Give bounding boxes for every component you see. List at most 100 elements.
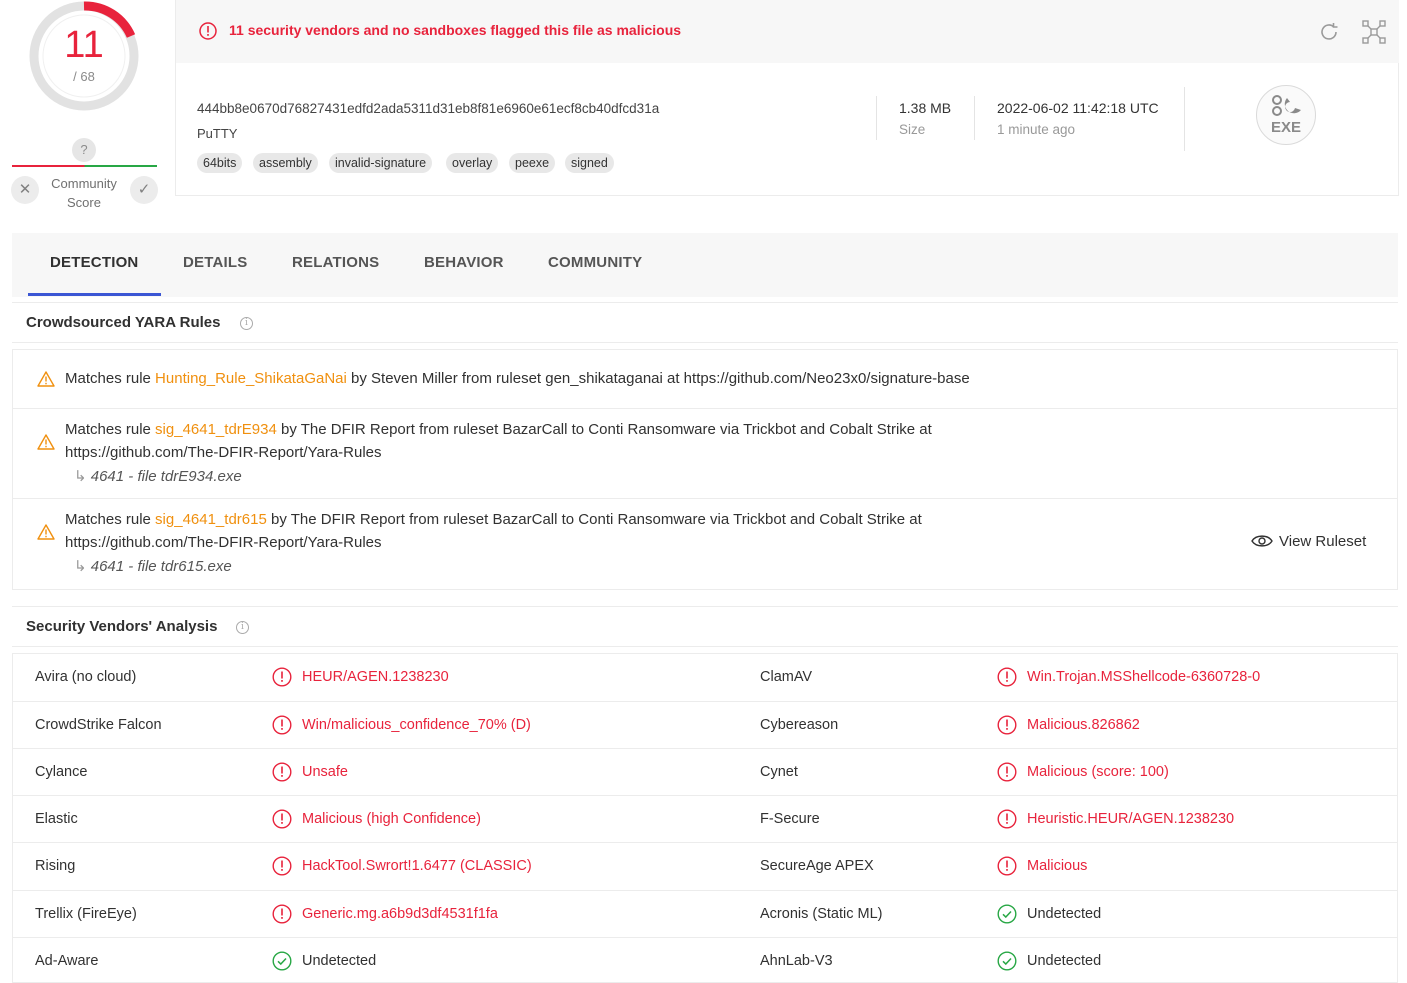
- yara-ruleset-url: https://github.com/The-DFIR-Report/Yara-…: [65, 444, 382, 461]
- info-icon[interactable]: i: [236, 621, 249, 634]
- vendor-name: ClamAV: [760, 669, 813, 685]
- vote-harmful-button[interactable]: ✕: [11, 176, 39, 204]
- community-score-label-line1: Community: [51, 176, 117, 191]
- file-hash[interactable]: 444bb8e0670d76827431edfd2ada5311d31eb8f8…: [197, 101, 659, 116]
- vendor-name: AhnLab-V3: [760, 953, 833, 969]
- yara-rule-text: Matches rule sig_4641_tdrE934 by The DFI…: [65, 418, 932, 464]
- graph-view-icon[interactable]: [1361, 19, 1387, 45]
- reanalyze-icon[interactable]: [1317, 20, 1341, 44]
- undetected-check-icon: [272, 951, 292, 971]
- tag-invalid-signature[interactable]: invalid-signature: [329, 153, 433, 173]
- yara-rule-text: Matches rule Hunting_Rule_ShikataGaNai b…: [65, 367, 970, 390]
- analysis-date-relative: 1 minute ago: [997, 122, 1076, 137]
- file-type-icon: EXE: [1256, 85, 1316, 145]
- warning-icon: [37, 434, 55, 450]
- malicious-icon: [272, 762, 292, 782]
- divider: [13, 701, 1397, 702]
- engine-total: / 68: [73, 69, 95, 84]
- yara-rule-link[interactable]: sig_4641_tdrE934: [155, 421, 277, 438]
- divider: [13, 408, 1397, 409]
- undetected-check-icon: [997, 904, 1017, 924]
- active-tab-indicator: [28, 293, 161, 296]
- yara-match-file-label: 4641 - file tdrE934.exe: [90, 468, 242, 485]
- community-score-label: Community Score: [44, 174, 124, 212]
- file-size-label: Size: [899, 122, 926, 137]
- malicious-icon: [272, 715, 292, 735]
- community-score-bar: [12, 165, 157, 167]
- vendor-result: Unsafe: [302, 764, 348, 780]
- yara-rule-description: by The DFIR Report from ruleset BazarCal…: [266, 511, 922, 528]
- tab-relations[interactable]: RELATIONS: [292, 254, 379, 271]
- vendor-result: HackTool.Swrort!1.6477 (CLASSIC): [302, 858, 532, 874]
- yara-rule-description: by The DFIR Report from ruleset BazarCal…: [276, 421, 932, 438]
- sub-arrow-icon: ↳: [74, 468, 91, 485]
- divider: [12, 646, 1398, 647]
- divider: [1184, 87, 1185, 151]
- malicious-icon: [997, 715, 1017, 735]
- vendor-result: Malicious: [1027, 858, 1088, 874]
- yara-section-title: Crowdsourced YARA Rules: [26, 314, 221, 331]
- file-size-value: 1.38 MB: [899, 100, 952, 116]
- file-type-label: EXE: [1270, 119, 1301, 136]
- divider: [13, 795, 1397, 796]
- yara-rule-link[interactable]: Hunting_Rule_ShikataGaNai: [155, 370, 347, 387]
- tag-64bits[interactable]: 64bits: [197, 153, 243, 173]
- divider: [12, 342, 1398, 343]
- vendor-result: Generic.mg.a6b9d3df4531f1fa: [302, 906, 498, 922]
- malicious-icon: [272, 809, 292, 829]
- view-ruleset-label: View Ruleset: [1279, 533, 1367, 550]
- vendor-name: Cybereason: [760, 717, 839, 733]
- close-icon: ✕: [18, 181, 32, 198]
- malicious-icon: [272, 856, 292, 876]
- view-ruleset-button[interactable]: View Ruleset: [1251, 533, 1366, 550]
- vendor-result: Undetected: [302, 953, 377, 969]
- detection-count: 11: [64, 24, 104, 66]
- detection-score-gauge: 11 / 68: [28, 0, 140, 112]
- malicious-icon: [997, 667, 1017, 687]
- vendor-name: Elastic: [35, 811, 78, 827]
- yara-rule-prefix: Matches rule: [65, 421, 156, 438]
- vendor-name: CrowdStrike Falcon: [35, 717, 162, 733]
- warning-icon: [37, 371, 55, 387]
- vendor-name: SecureAge APEX: [760, 858, 874, 874]
- yara-match-file: ↳ 4641 - file tdrE934.exe: [74, 467, 242, 485]
- community-score-label-line2: Score: [67, 195, 101, 210]
- vendors-section-title: Security Vendors' Analysis: [26, 618, 218, 635]
- tab-detection[interactable]: DETECTION: [50, 254, 138, 271]
- check-icon: ✓: [137, 181, 151, 198]
- undetected-check-icon: [997, 951, 1017, 971]
- analysis-date-value: 2022-06-02 11:42:18 UTC: [997, 100, 1159, 116]
- vendor-name: Rising: [35, 858, 76, 874]
- malicious-icon: [997, 762, 1017, 782]
- vote-harmless-button[interactable]: ✓: [130, 176, 158, 204]
- warning-icon: [37, 524, 55, 540]
- vendor-name: Cylance: [35, 764, 88, 780]
- sub-arrow-icon: ↳: [74, 558, 91, 575]
- vendor-name: Ad-Aware: [35, 953, 99, 969]
- yara-rule-prefix: Matches rule: [65, 511, 156, 528]
- detection-alert-text: 11 security vendors and no sandboxes fla…: [229, 22, 682, 38]
- vendor-result: Undetected: [1027, 906, 1102, 922]
- vendor-result: HEUR/AGEN.1238230: [302, 669, 449, 685]
- vendor-result: Malicious.826862: [1027, 717, 1140, 733]
- tag-overlay[interactable]: overlay: [446, 153, 499, 173]
- vendor-result: Undetected: [1027, 953, 1102, 969]
- vendor-result: Win/malicious_confidence_70% (D): [302, 717, 531, 733]
- divider: [13, 748, 1397, 749]
- yara-rule-text: Matches rule sig_4641_tdr615 by The DFIR…: [65, 508, 922, 554]
- tab-community[interactable]: COMMUNITY: [548, 254, 642, 271]
- community-score-help-icon[interactable]: ?: [72, 138, 96, 162]
- divider: [13, 890, 1397, 891]
- yara-rule-link[interactable]: sig_4641_tdr615: [155, 511, 267, 528]
- vendor-name: Avira (no cloud): [35, 669, 137, 685]
- info-icon[interactable]: i: [240, 317, 253, 330]
- tab-behavior[interactable]: BEHAVIOR: [424, 254, 504, 271]
- tag-peexe[interactable]: peexe: [509, 153, 556, 173]
- malicious-icon: [997, 809, 1017, 829]
- vendor-result: Malicious (high Confidence): [302, 811, 481, 827]
- tab-details[interactable]: DETAILS: [183, 254, 247, 271]
- tag-assembly[interactable]: assembly: [253, 153, 318, 173]
- yara-rule-description: by Steven Miller from ruleset gen_shikat…: [346, 370, 970, 387]
- yara-rule-prefix: Matches rule: [65, 370, 156, 387]
- tag-signed[interactable]: signed: [565, 153, 614, 173]
